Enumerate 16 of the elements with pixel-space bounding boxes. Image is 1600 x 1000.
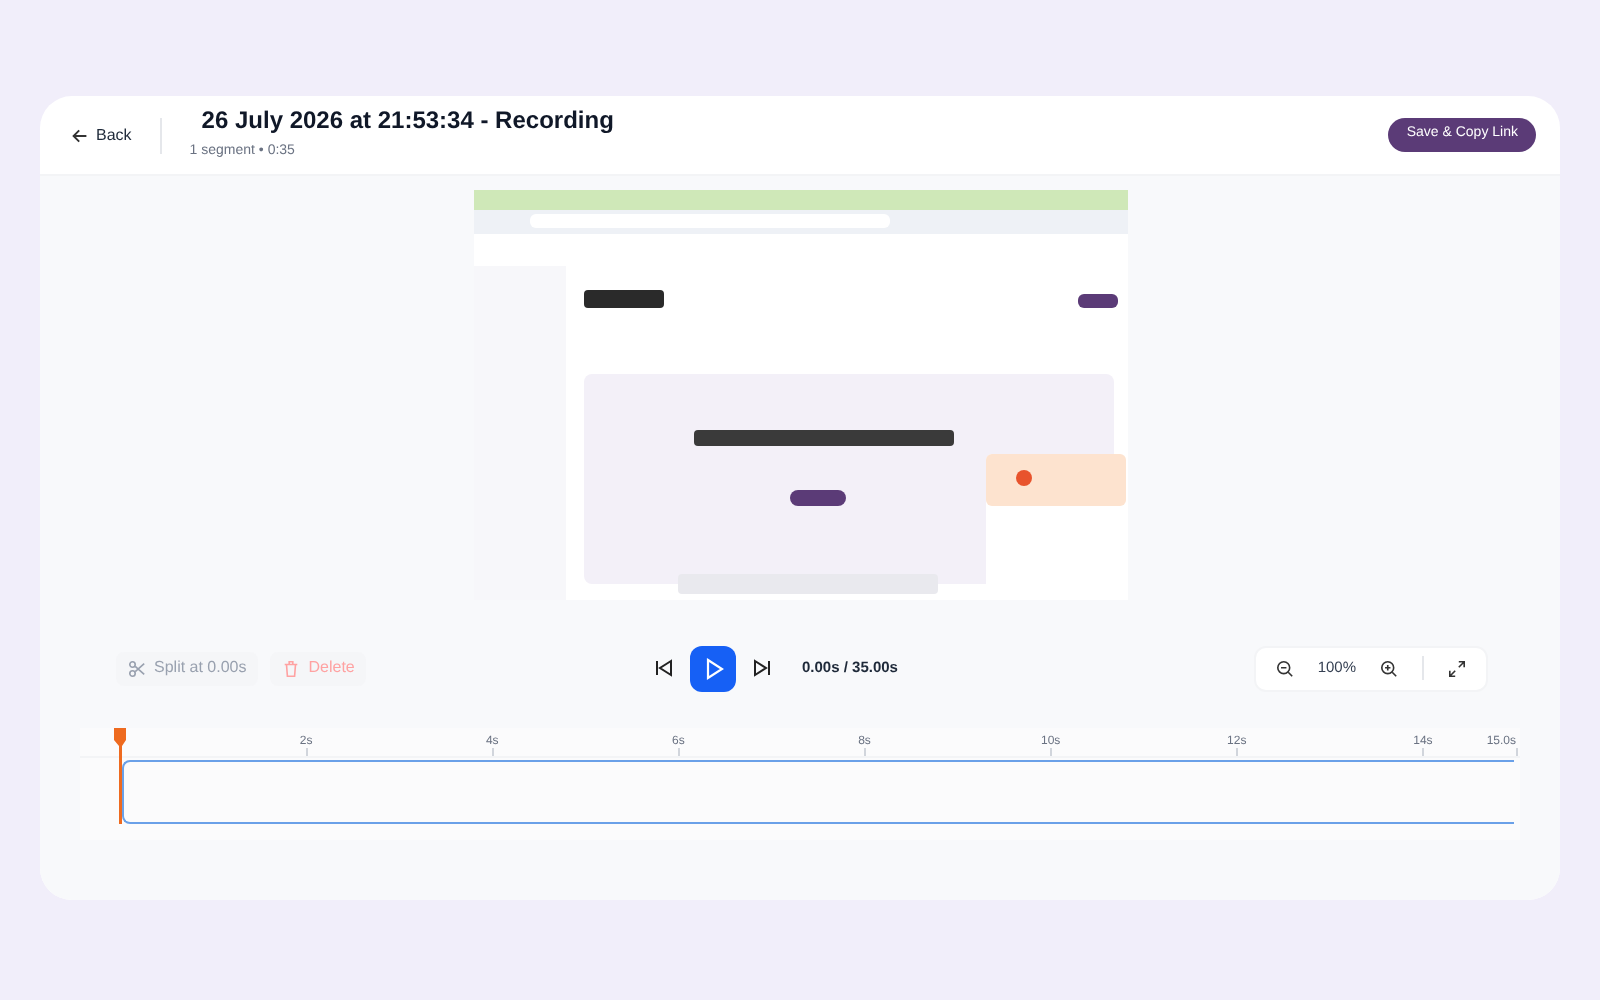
skip-forward-icon: [752, 658, 772, 678]
playhead[interactable]: [114, 728, 128, 824]
zoom-in-button[interactable]: [1380, 659, 1398, 677]
play-button[interactable]: [690, 645, 736, 691]
fullscreen-button[interactable]: [1448, 659, 1466, 677]
scissors-icon: [128, 659, 146, 677]
back-button[interactable]: Back: [72, 123, 132, 147]
zoom-out-icon: [1275, 659, 1294, 677]
skip-back-icon: [654, 658, 674, 678]
play-icon: [703, 657, 723, 679]
expand-icon: [1448, 659, 1466, 677]
zoom-in-icon: [1380, 659, 1398, 677]
zoom-out-button[interactable]: [1275, 659, 1294, 677]
arrow-left-icon: [72, 127, 88, 143]
recording-title: 26 July 2026 at 21:53:34 - Recording: [201, 106, 614, 137]
trash-icon: [282, 659, 301, 677]
